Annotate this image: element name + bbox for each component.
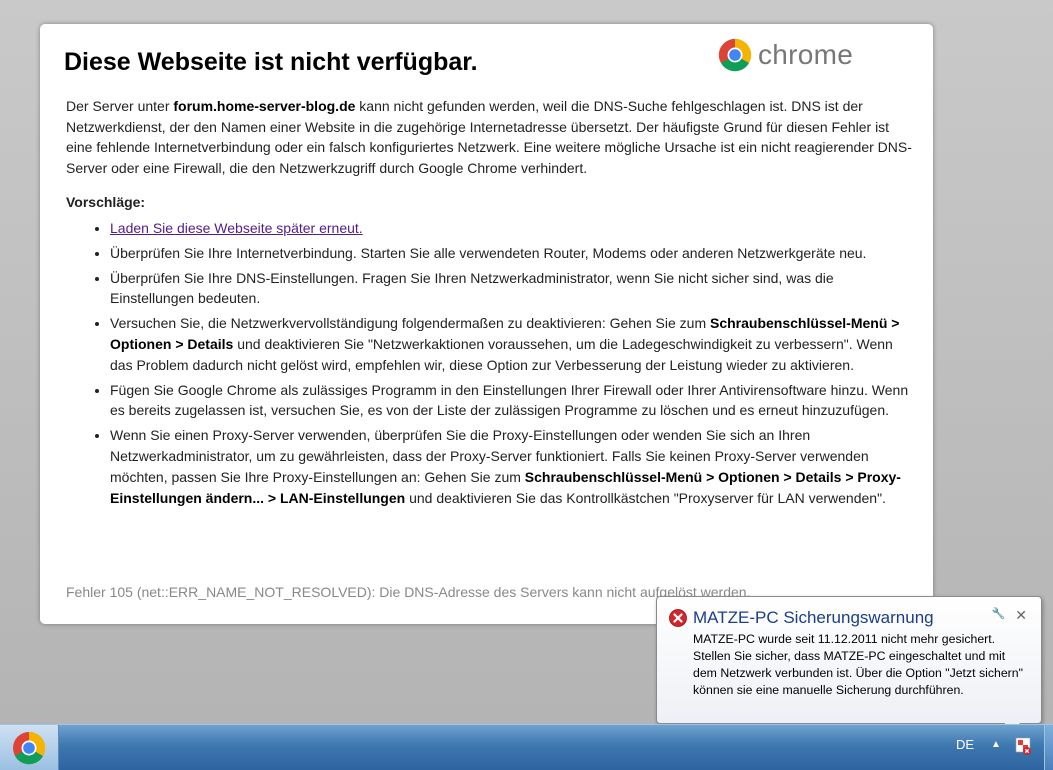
error-description: Der Server unter forum.home-server-blog.… <box>66 96 916 178</box>
suggestion-dns: Überprüfen Sie Ihre DNS-Einstellungen. F… <box>110 268 910 310</box>
error-page-card: Diese Webseite ist nicht verfügbar. chro… <box>40 24 933 624</box>
desc-text-1: Der Server unter <box>66 98 174 114</box>
start-button[interactable] <box>0 725 59 770</box>
error-code: Fehler 105 (net::ERR_NAME_NOT_RESOLVED):… <box>66 584 751 600</box>
chrome-logo-icon <box>718 38 752 72</box>
taskbar: DE ▲ <box>0 724 1053 770</box>
suggestion-prediction: Versuchen Sie, die Netzwerkvervollständi… <box>110 313 910 375</box>
tray-expand-icon[interactable]: ▲ <box>991 739 1001 750</box>
suggestion-connection: Überprüfen Sie Ihre Internetverbindung. … <box>110 243 910 264</box>
backup-warning-notification[interactable]: MATZE-PC Sicherungswarnung 🔧 ✕ MATZE-PC … <box>656 596 1042 724</box>
s4-text-1: Versuchen Sie, die Netzwerkvervollständi… <box>110 315 710 332</box>
action-center-flag-icon[interactable] <box>1014 736 1032 756</box>
chrome-logo-text: chrome <box>758 39 854 70</box>
notification-body: MATZE-PC wurde seit 11.12.2011 nicht meh… <box>693 632 1023 697</box>
language-indicator[interactable]: DE <box>956 737 974 752</box>
close-icon[interactable]: ✕ <box>1015 607 1027 624</box>
reload-link[interactable]: Laden Sie diese Webseite später erneut. <box>110 220 363 236</box>
chrome-taskbar-icon <box>13 731 46 764</box>
suggestions-list: Laden Sie diese Webseite später erneut. … <box>110 218 910 512</box>
page-title: Diese Webseite ist nicht verfügbar. <box>64 48 478 76</box>
chrome-logo: chrome <box>718 38 853 72</box>
suggestions-heading: Vorschläge: <box>66 194 146 210</box>
suggestion-proxy: Wenn Sie einen Proxy-Server verwenden, ü… <box>110 425 910 508</box>
suggestion-firewall: Fügen Sie Google Chrome als zulässiges P… <box>110 380 910 422</box>
notification-title: MATZE-PC Sicherungswarnung <box>693 608 934 627</box>
options-icon[interactable]: 🔧 <box>992 607 1006 624</box>
show-desktop-button[interactable] <box>1044 725 1053 770</box>
server-host: forum.home-server-blog.de <box>173 98 356 114</box>
notification-tools: 🔧 ✕ <box>992 607 1027 624</box>
suggestion-reload: Laden Sie diese Webseite später erneut. <box>110 218 910 239</box>
s6-text-2: und deaktivieren Sie das Kontrollkästche… <box>405 489 886 506</box>
error-icon <box>669 609 687 627</box>
